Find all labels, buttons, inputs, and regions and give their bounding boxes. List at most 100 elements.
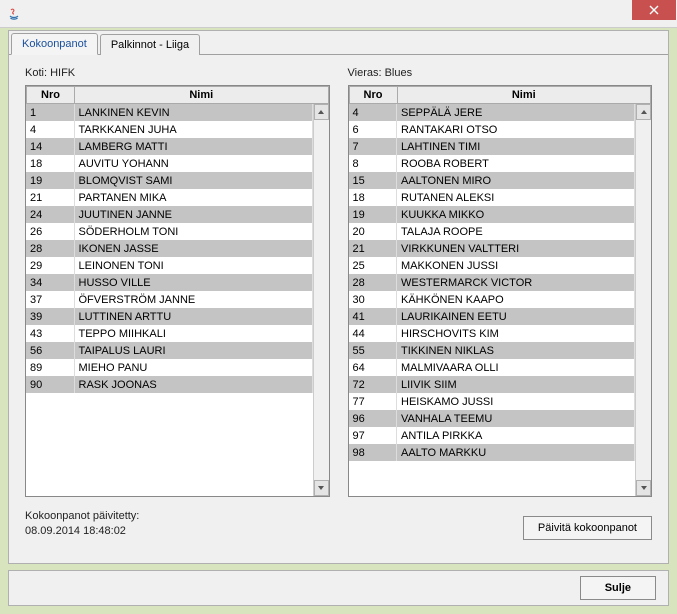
cell-nimi: WESTERMARCK VICTOR: [397, 274, 635, 291]
table-row[interactable]: 34HUSSO VILLE: [26, 274, 312, 291]
table-row[interactable]: 21PARTANEN MIKA: [26, 189, 312, 206]
table-row[interactable]: 18RUTANEN ALEKSI: [349, 189, 635, 206]
table-row[interactable]: 25MAKKONEN JUSSI: [349, 257, 635, 274]
away-header-nimi[interactable]: Nimi: [397, 87, 651, 104]
table-row[interactable]: 41LAURIKAINEN EETU: [349, 308, 635, 325]
cell-nimi: TAIPALUS LAURI: [74, 342, 312, 359]
cell-nro: 34: [26, 274, 74, 291]
table-row[interactable]: 43TEPPO MIIHKALI: [26, 325, 312, 342]
scroll-up-icon[interactable]: [314, 104, 329, 120]
cell-nimi: TARKKANEN JUHA: [74, 121, 312, 138]
home-tbody: 1LANKINEN KEVIN4TARKKANEN JUHA14LAMBERG …: [26, 104, 312, 393]
away-label: Vieras: Blues: [348, 67, 653, 79]
cell-nro: 4: [26, 121, 74, 138]
cell-nro: 72: [349, 376, 397, 393]
cell-nro: 18: [26, 155, 74, 172]
table-row[interactable]: 4SEPPÄLÄ JERE: [349, 104, 635, 121]
cell-nimi: LAURIKAINEN EETU: [397, 308, 635, 325]
table-row[interactable]: 89MIEHO PANU: [26, 359, 312, 376]
bottom-bar: Sulje: [8, 570, 669, 606]
cell-nimi: AALTONEN MIRO: [397, 172, 635, 189]
table-row[interactable]: 96VANHALA TEEMU: [349, 410, 635, 427]
cell-nimi: LAMBERG MATTI: [74, 138, 312, 155]
cell-nimi: ÖFVERSTRÖM JANNE: [74, 291, 312, 308]
cell-nro: 56: [26, 342, 74, 359]
table-row[interactable]: 24JUUTINEN JANNE: [26, 206, 312, 223]
updated-value: 08.09.2014 18:48:02: [25, 524, 139, 539]
home-column: Koti: HIFK Nro Nimi 1LANKINEN KEVIN4TARK…: [25, 67, 330, 497]
cell-nimi: LANKINEN KEVIN: [74, 104, 312, 121]
table-row[interactable]: 21VIRKKUNEN VALTTERI: [349, 240, 635, 257]
cell-nro: 15: [349, 172, 397, 189]
cell-nro: 43: [26, 325, 74, 342]
cell-nro: 28: [26, 240, 74, 257]
scroll-down-icon[interactable]: [636, 480, 651, 496]
table-row[interactable]: 1LANKINEN KEVIN: [26, 104, 312, 121]
scroll-down-icon[interactable]: [314, 480, 329, 496]
table-row[interactable]: 29LEINONEN TONI: [26, 257, 312, 274]
table-row[interactable]: 97ANTILA PIRKKA: [349, 427, 635, 444]
away-header-nro[interactable]: Nro: [349, 87, 397, 104]
refresh-button[interactable]: Päivitä kokoonpanot: [523, 516, 652, 540]
table-row[interactable]: 26SÖDERHOLM TONI: [26, 223, 312, 240]
cell-nimi: HEISKAMO JUSSI: [397, 393, 635, 410]
scroll-up-icon[interactable]: [636, 104, 651, 120]
home-header-nro[interactable]: Nro: [27, 87, 75, 104]
table-row[interactable]: 39LUTTINEN ARTTU: [26, 308, 312, 325]
table-row[interactable]: 19KUUKKA MIKKO: [349, 206, 635, 223]
away-scrollbar[interactable]: [635, 104, 651, 496]
table-row[interactable]: 64MALMIVAARA OLLI: [349, 359, 635, 376]
cell-nro: 98: [349, 444, 397, 461]
table-row[interactable]: 56TAIPALUS LAURI: [26, 342, 312, 359]
table-row[interactable]: 18AUVITU YOHANN: [26, 155, 312, 172]
window-close-button[interactable]: [632, 0, 676, 20]
cell-nro: 14: [26, 138, 74, 155]
table-row[interactable]: 20TALAJA ROOPE: [349, 223, 635, 240]
home-header-nimi[interactable]: Nimi: [75, 87, 329, 104]
cell-nro: 28: [349, 274, 397, 291]
table-row[interactable]: 14LAMBERG MATTI: [26, 138, 312, 155]
cell-nimi: AUVITU YOHANN: [74, 155, 312, 172]
cell-nimi: KUUKKA MIKKO: [397, 206, 635, 223]
cell-nro: 44: [349, 325, 397, 342]
table-row[interactable]: 6RANTAKARI OTSO: [349, 121, 635, 138]
table-row[interactable]: 28IKONEN JASSE: [26, 240, 312, 257]
cell-nimi: HIRSCHOVITS KIM: [397, 325, 635, 342]
table-row[interactable]: 72LIIVIK SIIM: [349, 376, 635, 393]
table-row[interactable]: 37ÖFVERSTRÖM JANNE: [26, 291, 312, 308]
tab-palkinnot[interactable]: Palkinnot - Liiga: [100, 34, 200, 55]
table-row[interactable]: 44HIRSCHOVITS KIM: [349, 325, 635, 342]
cell-nimi: MALMIVAARA OLLI: [397, 359, 635, 376]
table-row[interactable]: 15AALTONEN MIRO: [349, 172, 635, 189]
cell-nro: 25: [349, 257, 397, 274]
table-row[interactable]: 4TARKKANEN JUHA: [26, 121, 312, 138]
cell-nimi: MAKKONEN JUSSI: [397, 257, 635, 274]
cell-nimi: IKONEN JASSE: [74, 240, 312, 257]
window-titlebar: [0, 0, 677, 28]
cell-nro: 6: [349, 121, 397, 138]
cell-nimi: MIEHO PANU: [74, 359, 312, 376]
cell-nro: 26: [26, 223, 74, 240]
table-row[interactable]: 30KÄHKÖNEN KAAPO: [349, 291, 635, 308]
cell-nro: 97: [349, 427, 397, 444]
table-row[interactable]: 90RASK JOONAS: [26, 376, 312, 393]
cell-nimi: TEPPO MIIHKALI: [74, 325, 312, 342]
tab-kokoonpanot[interactable]: Kokoonpanot: [11, 33, 98, 55]
home-scrollbar[interactable]: [313, 104, 329, 496]
cell-nro: 64: [349, 359, 397, 376]
table-row[interactable]: 19BLOMQVIST SAMI: [26, 172, 312, 189]
cell-nro: 21: [26, 189, 74, 206]
table-row[interactable]: 77HEISKAMO JUSSI: [349, 393, 635, 410]
table-row[interactable]: 55TIKKINEN NIKLAS: [349, 342, 635, 359]
cell-nimi: JUUTINEN JANNE: [74, 206, 312, 223]
table-row[interactable]: 7LAHTINEN TIMI: [349, 138, 635, 155]
table-row[interactable]: 8ROOBA ROBERT: [349, 155, 635, 172]
table-row[interactable]: 98AALTO MARKKU: [349, 444, 635, 461]
cell-nimi: ROOBA ROBERT: [397, 155, 635, 172]
cell-nimi: TALAJA ROOPE: [397, 223, 635, 240]
close-button[interactable]: Sulje: [580, 576, 656, 600]
table-row[interactable]: 28WESTERMARCK VICTOR: [349, 274, 635, 291]
cell-nro: 4: [349, 104, 397, 121]
cell-nimi: LUTTINEN ARTTU: [74, 308, 312, 325]
cell-nro: 19: [349, 206, 397, 223]
